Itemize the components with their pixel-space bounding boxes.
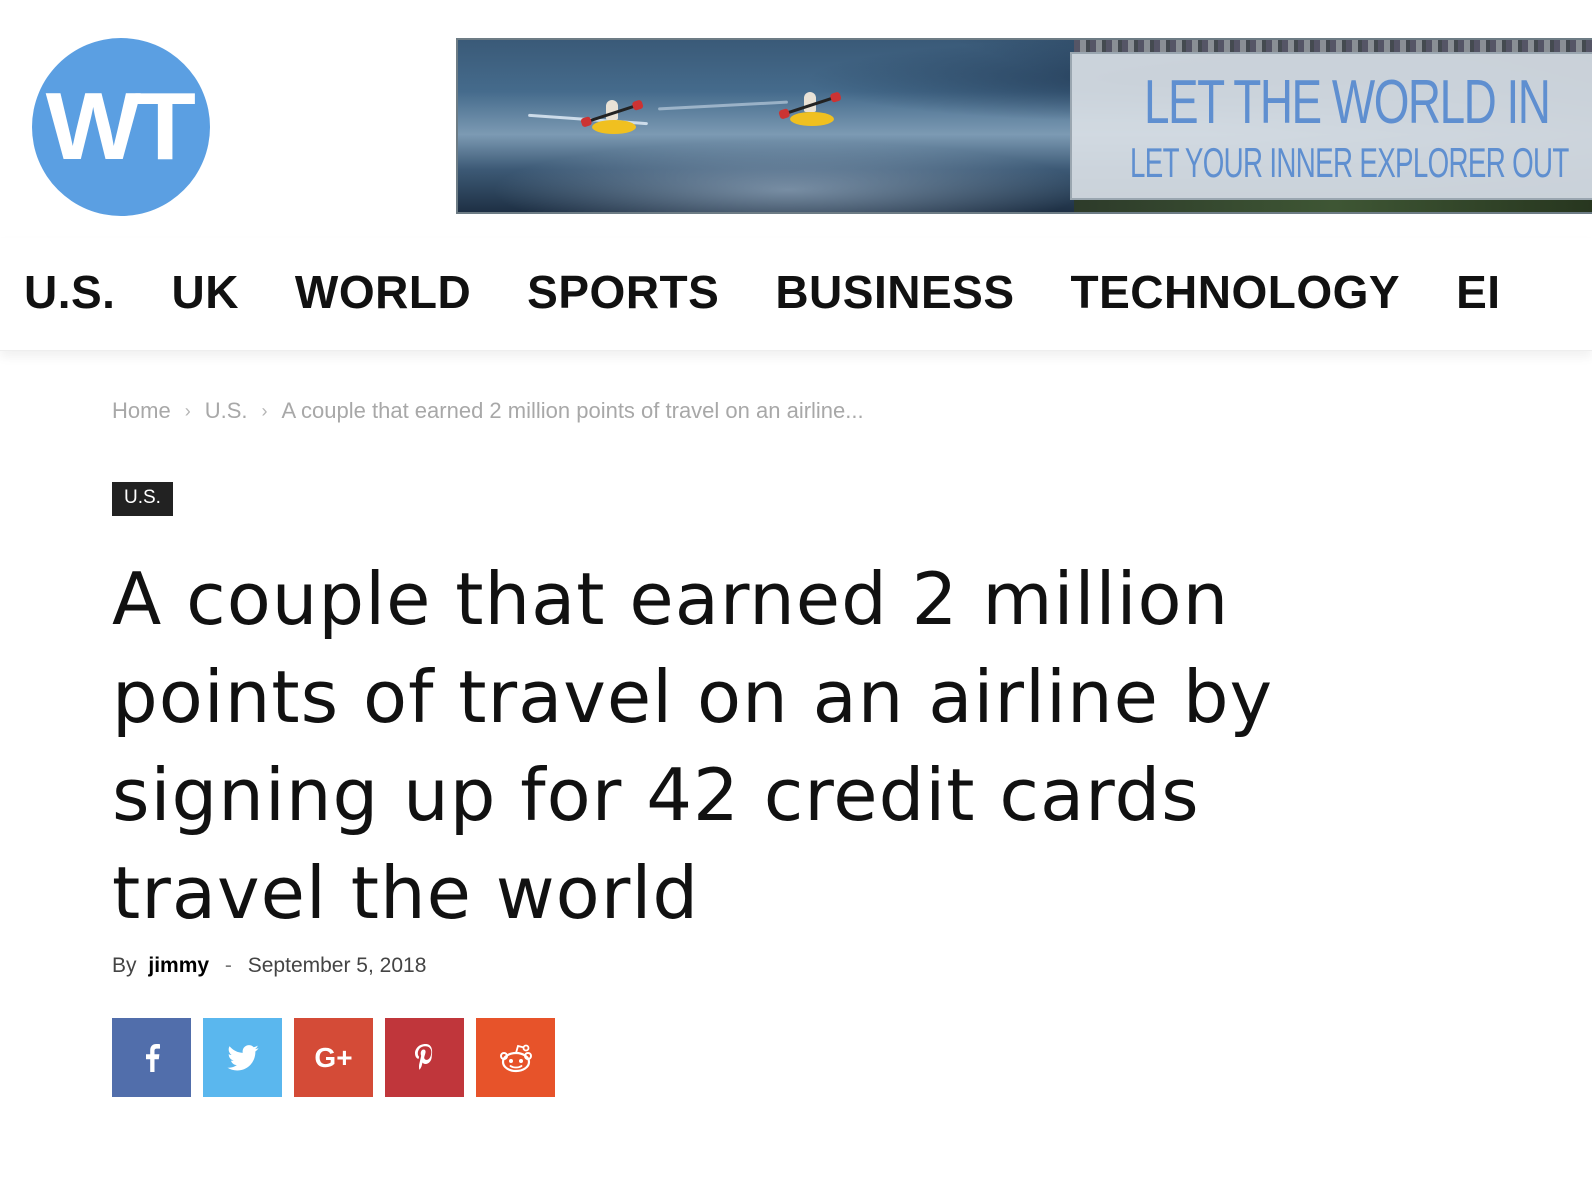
author-link[interactable]: jimmy: [148, 954, 209, 977]
breadcrumb-home[interactable]: Home: [112, 398, 171, 424]
nav-list: U.S. UK WORLD SPORTS BUSINESS TECHNOLOGY…: [24, 264, 1557, 320]
banner-shoreline: [1074, 40, 1592, 52]
nav-item-uk[interactable]: UK: [171, 264, 238, 320]
banner-headline: LET THE WORLD IN: [1144, 68, 1551, 137]
nav-item-us[interactable]: U.S.: [24, 264, 115, 320]
share-buttons: G+: [112, 1018, 567, 1097]
nav-item-technology[interactable]: TECHNOLOGY: [1071, 264, 1401, 320]
share-reddit-button[interactable]: [476, 1018, 555, 1097]
share-pinterest-button[interactable]: [385, 1018, 464, 1097]
kayak-icon: [790, 112, 834, 126]
facebook-icon: [145, 1043, 160, 1072]
publish-date: September 5, 2018: [247, 954, 427, 977]
banner-subline: LET YOUR INNER EXPLORER OUT: [1130, 139, 1569, 186]
nav-item-world[interactable]: WORLD: [295, 264, 471, 320]
nav-item-entertainment[interactable]: EI: [1456, 264, 1500, 320]
google-plus-icon: G+: [314, 1041, 353, 1073]
article-title: A couple that earned 2 million points of…: [112, 557, 1274, 935]
share-facebook-button[interactable]: [112, 1018, 191, 1097]
logo-text: WT: [45, 73, 196, 180]
breadcrumb-current: A couple that earned 2 million points of…: [281, 398, 864, 423]
breadcrumb: Home › U.S. › A couple that earned 2 mil…: [112, 398, 864, 424]
meta-dash: -: [224, 954, 232, 977]
site-logo[interactable]: WT: [32, 38, 210, 216]
reddit-icon: [499, 1044, 532, 1072]
category-badge[interactable]: U.S.: [112, 482, 173, 516]
banner-shoreline-bottom: [1074, 198, 1592, 212]
page: WT LET THE WORLD IN LET YOUR INNER EXPLO…: [0, 0, 1592, 1186]
breadcrumb-separator: ›: [184, 400, 191, 421]
nav-item-sports[interactable]: SPORTS: [527, 264, 719, 320]
article-meta: By jimmy - September 5, 2018: [112, 954, 426, 978]
twitter-icon: [226, 1044, 259, 1070]
share-twitter-button[interactable]: [203, 1018, 282, 1097]
kayak-icon: [592, 120, 636, 134]
breadcrumb-separator: ›: [261, 400, 268, 421]
banner-ad[interactable]: LET THE WORLD IN LET YOUR INNER EXPLORER…: [456, 38, 1592, 214]
main-navigation: U.S. UK WORLD SPORTS BUSINESS TECHNOLOGY…: [0, 238, 1592, 351]
breadcrumb-category[interactable]: U.S.: [205, 398, 248, 424]
share-google-plus-button[interactable]: G+: [294, 1018, 373, 1097]
nav-item-business[interactable]: BUSINESS: [775, 264, 1014, 320]
pinterest-icon: [414, 1043, 432, 1070]
banner-slogan-box: LET THE WORLD IN LET YOUR INNER EXPLORER…: [1070, 52, 1592, 200]
by-label: By: [112, 954, 137, 977]
